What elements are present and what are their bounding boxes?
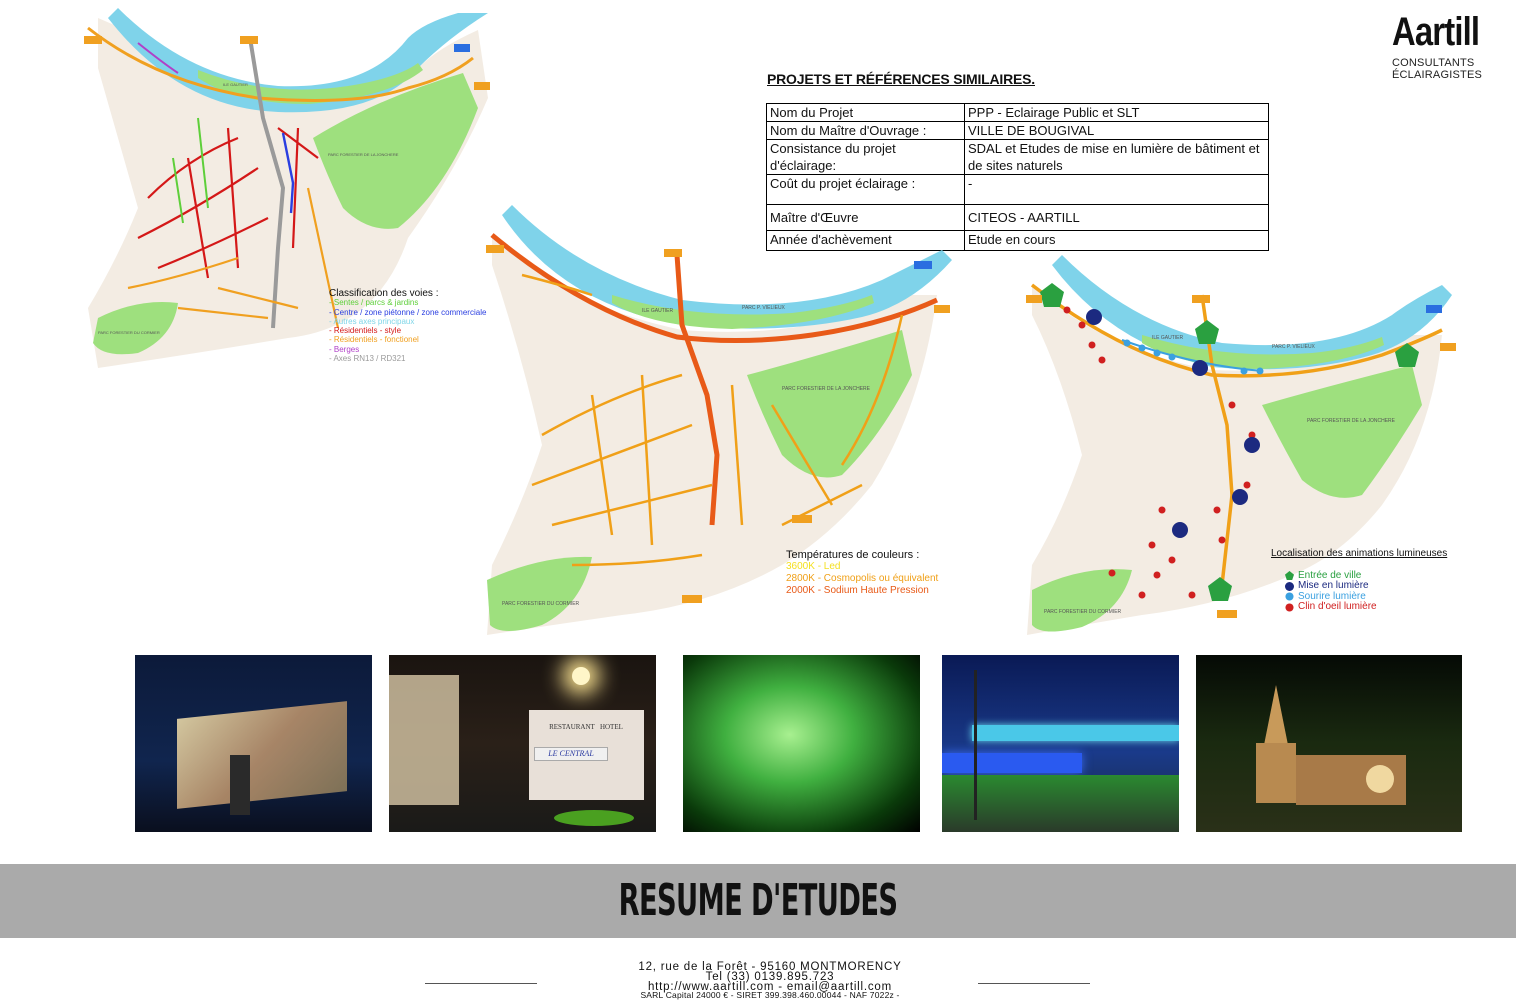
legend-title: Localisation des animations lumineuses [1271, 548, 1448, 559]
photo-fresque [135, 655, 372, 832]
row-value: - [964, 174, 1269, 205]
photo-tower [1256, 743, 1296, 803]
sign-marker [682, 595, 702, 603]
map-label: ILE GAUTIER [1152, 335, 1184, 341]
photo-rose-window [1366, 765, 1394, 793]
map-label: PARC FORESTIER DE LA JONCHERE [782, 386, 871, 392]
photo-water [683, 655, 920, 832]
photo-grass [942, 775, 1179, 832]
sign-marker [84, 36, 102, 44]
photo-bridge-deck [972, 725, 1179, 741]
map-label: PARC FORESTIER DU CORMIER [98, 330, 160, 335]
photo-bridge-light [942, 753, 1082, 773]
photo-streetlamp [572, 667, 590, 685]
footer-legal: SARL Capital 24000 € - SIRET 399.398.460… [640, 990, 900, 1000]
legend-item: - Centre / zone piétonne / zone commerci… [329, 307, 487, 317]
row-label: Nom du Projet [766, 103, 965, 122]
sign-marker [1426, 305, 1442, 313]
photo-sign-le-central: LE CENTRAL [534, 747, 608, 761]
sign-marker [454, 44, 470, 52]
legend-item: Mise en lumière [1285, 580, 1447, 592]
row-value: CITEOS - AARTILL [964, 204, 1269, 231]
dot-icon [1285, 603, 1294, 612]
photo-building [389, 675, 459, 805]
map2-legend: Températures de couleurs : 3600K - Led 2… [786, 549, 938, 597]
row-value: SDAL et Etudes de mise en lumière de bât… [964, 139, 1269, 175]
map-label: PARC FORESTIER DE LA JONCHERE [328, 152, 399, 157]
photo-sign: RESTAURANT HOTEL [549, 723, 623, 731]
map-label: PARC FORESTIER DU CORMIER [1044, 609, 1122, 615]
aartill-logo: Aartill [1392, 10, 1480, 54]
legend-item: 2800K - Cosmopolis ou équivalent [786, 573, 939, 584]
legend-item-label: Clin d'oeil lumière [1298, 601, 1377, 612]
map-label: PARC P. VIELIEUX [742, 305, 786, 311]
dot-icon [1285, 592, 1294, 601]
table-row: Coût du projet éclairage :- [766, 174, 1269, 205]
photo-restaurant: RESTAURANT HOTEL LE CENTRAL [389, 655, 656, 832]
photo-bridge [942, 655, 1179, 832]
sign-marker [240, 36, 258, 44]
logo-subtitle-1: CONSULTANTS [1392, 57, 1475, 69]
sign-marker [792, 515, 812, 523]
sign-marker [486, 245, 504, 253]
map-label: ILE GAUTIER [642, 308, 674, 314]
banner-title: RESUME D'ETUDES [618, 875, 898, 926]
map-label: PARC FORESTIER DE LA JONCHERE [1307, 418, 1396, 424]
legend-item: - Autres axes principaux [329, 316, 415, 326]
logo-subtitle-2: ÉCLAIRAGISTES [1392, 69, 1483, 81]
building-icon [1285, 581, 1294, 591]
row-label: Consistance du projet d'éclairage: [766, 139, 965, 175]
sign-marker [474, 82, 490, 90]
legend-item: - Berges [329, 344, 360, 354]
legend-item: - Sentes / parcs & jardins [329, 298, 419, 308]
photo-roundabout [554, 810, 634, 826]
map-label: PARC FORESTIER DU CORMIER [502, 601, 580, 607]
legend-item: 2000K - Sodium Haute Pression [786, 585, 929, 596]
table-row: Nom du Maître d'Ouvrage : VILLE DE BOUGIV… [766, 121, 1269, 140]
legend-title: Classification des voies : [329, 288, 439, 299]
legend-item: - Axes RN13 / RD321 [329, 354, 406, 364]
map1-legend: Classification des voies : - Sentes / pa… [329, 288, 487, 364]
legend-item: - Résidentiels - style [329, 326, 402, 336]
legend-item: Clin d'oeil lumière [1285, 601, 1447, 613]
sign-marker [914, 261, 932, 269]
section-title: PROJETS ET RÉFÉRENCES SIMILAIRES. [767, 71, 1035, 87]
legend-item: 3600K - Led [786, 561, 841, 572]
sign-marker [1217, 610, 1237, 618]
row-label: Coût du projet éclairage : [766, 174, 965, 205]
sign-marker [664, 249, 682, 257]
photo-lamp-post [974, 670, 977, 820]
photo-statue [230, 755, 250, 815]
row-value: VILLE DE BOUGIVAL [964, 121, 1269, 140]
row-value: PPP - Eclairage Public et SLT [964, 103, 1269, 122]
map3-legend: Localisation des animations lumineuses E… [1271, 548, 1448, 613]
sign-marker [1192, 295, 1210, 303]
photo-church [1196, 655, 1462, 832]
sign-marker [934, 305, 950, 313]
table-row: Nom du Projet PPP - Eclairage Public et S… [766, 103, 1269, 122]
legend-item-label: Mise en lumière [1298, 580, 1369, 591]
row-label: Nom du Maître d'Ouvrage : [766, 121, 965, 140]
legend-item: - Résidentiels - fonctionel [329, 335, 419, 345]
photo-wall [177, 701, 347, 809]
photo-spire [1264, 685, 1288, 745]
row-value: Etude en cours [964, 230, 1269, 251]
pentagon-icon [1285, 571, 1294, 581]
sign-marker [1440, 343, 1456, 351]
map-label: PARC P. VIELIEUX [1272, 344, 1316, 350]
sign-marker [1026, 295, 1042, 303]
legend-title: Températures de couleurs : [786, 549, 920, 561]
table-row: Consistance du projet d'éclairage: SDAL e… [766, 139, 1269, 175]
map-label: ILE GAUTIER [223, 82, 248, 87]
